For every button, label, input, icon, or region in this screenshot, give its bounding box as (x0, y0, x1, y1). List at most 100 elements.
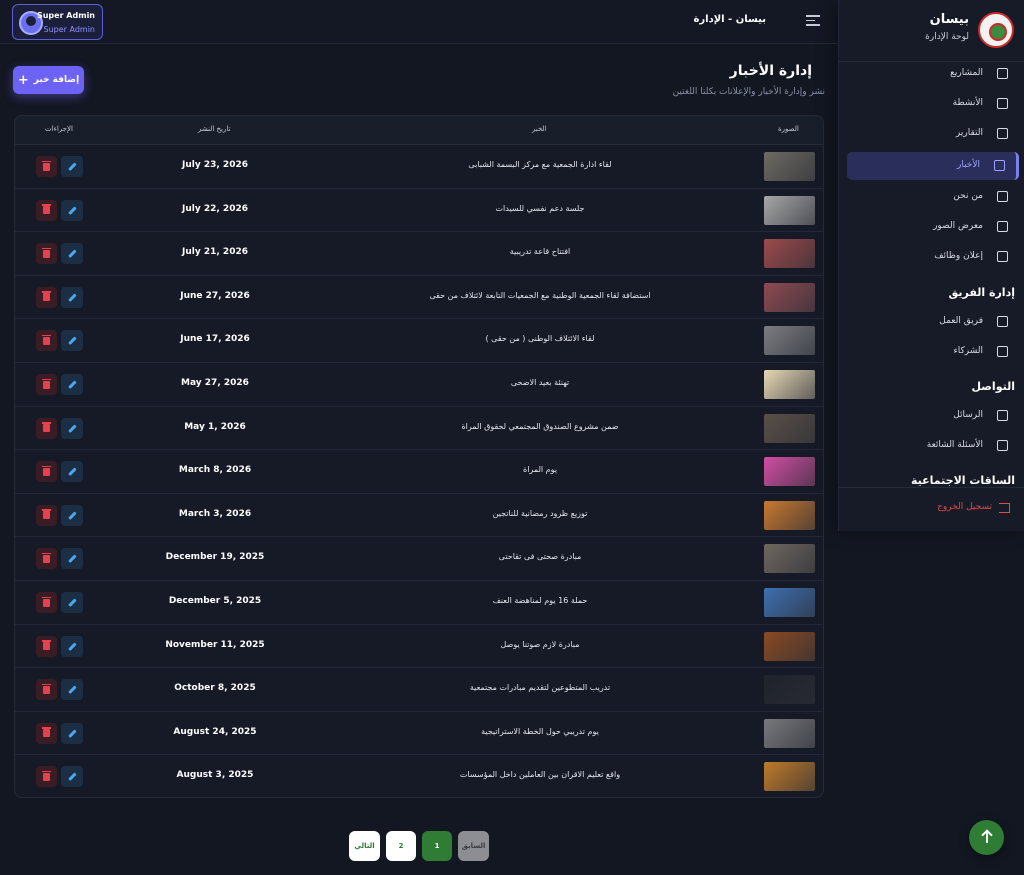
edit-button[interactable] (61, 504, 83, 526)
delete-button[interactable] (36, 286, 57, 308)
delete-button[interactable] (36, 766, 57, 788)
trash-icon (42, 596, 51, 607)
logout-icon[interactable] (999, 503, 1010, 513)
delete-button[interactable] (36, 330, 57, 352)
pencil-icon (67, 336, 77, 345)
table-row: مبادرة صحتى فى تقاحتى December 19, 2025 (15, 537, 823, 581)
trash-icon (42, 683, 51, 694)
edit-button[interactable] (61, 548, 83, 570)
news-date: July 23, 2026 (182, 160, 248, 170)
sidebar-item[interactable]: الأنشطة (847, 90, 1019, 118)
pagination-page-1[interactable]: 1 (422, 831, 452, 861)
delete-button[interactable] (36, 243, 57, 265)
calendar-icon (997, 98, 1008, 109)
section-social: الساقات الاجتماعية (910, 474, 1015, 487)
delete-button[interactable] (36, 461, 57, 483)
pencil-icon (67, 729, 77, 738)
delete-button[interactable] (36, 548, 57, 570)
logout-button[interactable]: تسجيل الخروج (937, 502, 992, 512)
photo-gallery-icon (997, 221, 1008, 232)
edit-button[interactable] (61, 766, 83, 788)
sidebar-item[interactable]: فريق العمل (847, 308, 1019, 336)
delete-button[interactable] (36, 592, 57, 613)
edit-button[interactable] (61, 722, 83, 744)
table-row: تدريب المتطوعين لتقديم مبادرات مجتمعية Oc… (15, 668, 823, 712)
sidebar-item[interactable]: الرسائل (847, 402, 1019, 430)
divider (839, 487, 1024, 488)
sidebar-item-label: التقارير (955, 128, 983, 138)
trash-icon (42, 160, 51, 171)
pencil-icon (67, 249, 77, 258)
sidebar-item[interactable]: الأسئلة الشائعة (847, 432, 1019, 460)
news-title: استضافة لقاء الجمعية الوطنية مع الجمعيات… (429, 290, 651, 300)
edit-button[interactable] (61, 417, 83, 439)
table-row: لقاء الائتلاف الوطنى ( من حقى ) June 17, … (15, 319, 823, 363)
arrow-up-icon (985, 832, 988, 843)
edit-button[interactable] (61, 374, 83, 395)
pencil-icon (67, 554, 77, 563)
edit-button[interactable] (61, 679, 83, 701)
sidebar-item[interactable]: إعلان وظائف (847, 243, 1019, 271)
newspaper-icon (994, 160, 1005, 171)
trash-icon (42, 509, 51, 520)
menu-toggle-icon[interactable] (806, 15, 820, 27)
news-date: June 27, 2026 (180, 290, 250, 301)
table-row: جلسة دعم نفسي للسيدات July 22, 2026 (15, 189, 823, 233)
news-title: يوم تدريبي حول الخطة الاستراتيجية (481, 726, 599, 736)
sidebar-item[interactable]: الأخبار (847, 152, 1019, 180)
table-row: لقاء ادارة الجمعية مع مركز البسمة الشباب… (15, 145, 823, 189)
edit-button[interactable] (61, 461, 83, 483)
edit-button[interactable] (61, 635, 83, 657)
trash-icon (42, 727, 51, 738)
table-row: افتتاح قاعة تدريبية July 21, 2026 (15, 232, 823, 276)
edit-button[interactable] (61, 199, 83, 221)
sidebar-item[interactable]: التقارير (847, 120, 1019, 148)
news-table: الصورة الخبر تاريخ النشر الإجراءات لقاء … (14, 115, 824, 798)
sidebar-item[interactable]: معرض الصور (847, 213, 1019, 241)
sidebar-item[interactable]: من نحن (847, 183, 1019, 211)
news-date: May 1, 2026 (184, 421, 246, 432)
edit-button[interactable] (61, 330, 83, 352)
pencil-icon (67, 467, 77, 476)
pagination-page-2[interactable]: 2 (386, 831, 416, 861)
edit-button[interactable] (61, 156, 83, 177)
pencil-icon (67, 293, 77, 302)
delete-button[interactable] (36, 722, 57, 744)
pagination-next-button[interactable]: التالي (349, 831, 380, 861)
delete-button[interactable] (36, 374, 57, 395)
user-menu[interactable]: Super Admin Super Admin (12, 4, 103, 40)
delete-button[interactable] (36, 417, 57, 439)
news-title: ضمن مشروع الصندوق المجتمعي لحقوق المراة (461, 421, 619, 431)
sidebar-item[interactable]: الشركاء (847, 338, 1019, 366)
header-title: الخبر (532, 125, 547, 133)
scroll-top-button[interactable] (969, 820, 1004, 855)
header-date: تاريخ النشر (198, 125, 231, 133)
edit-button[interactable] (61, 243, 83, 265)
delete-button[interactable] (36, 679, 57, 701)
table-row: مبادرة لازم صوتنا يوصل November 11, 2025 (15, 625, 823, 669)
add-news-button[interactable]: + إضافة خبر (13, 66, 84, 94)
sidebar: بيسان لوحة الإدارة المشاريع الأنشطة التقار… (838, 0, 1024, 531)
sidebar-item[interactable]: المشاريع (847, 60, 1019, 88)
handshake-icon (997, 346, 1008, 357)
delete-button[interactable] (36, 635, 57, 657)
brand-subtitle: لوحة الإدارة (925, 32, 969, 42)
pagination-prev-button[interactable]: السابق (458, 831, 489, 861)
delete-button[interactable] (36, 199, 57, 221)
news-title: افتتاح قاعة تدريبية (509, 247, 571, 257)
news-title: حملة 16 يوم لمناهضة العنف (492, 596, 588, 605)
add-news-label: إضافة خبر (33, 75, 80, 85)
megaphone-icon (997, 251, 1008, 262)
news-title: يوم المراة (523, 465, 557, 475)
delete-button[interactable] (36, 156, 57, 177)
user-role: Super Admin (43, 25, 95, 34)
edit-button[interactable] (61, 286, 83, 308)
breadcrumb: بيسان - الإدارة (693, 14, 766, 25)
news-title: جلسة دعم نفسي للسيدات (495, 203, 585, 213)
table-header: الصورة الخبر تاريخ النشر الإجراءات (15, 116, 823, 145)
edit-button[interactable] (61, 592, 83, 613)
pencil-icon (67, 206, 77, 215)
delete-button[interactable] (36, 504, 57, 526)
pencil-icon (67, 380, 77, 389)
table-row: توزيع ظرود رمضانية للناتجين March 3, 2026 (15, 494, 823, 538)
